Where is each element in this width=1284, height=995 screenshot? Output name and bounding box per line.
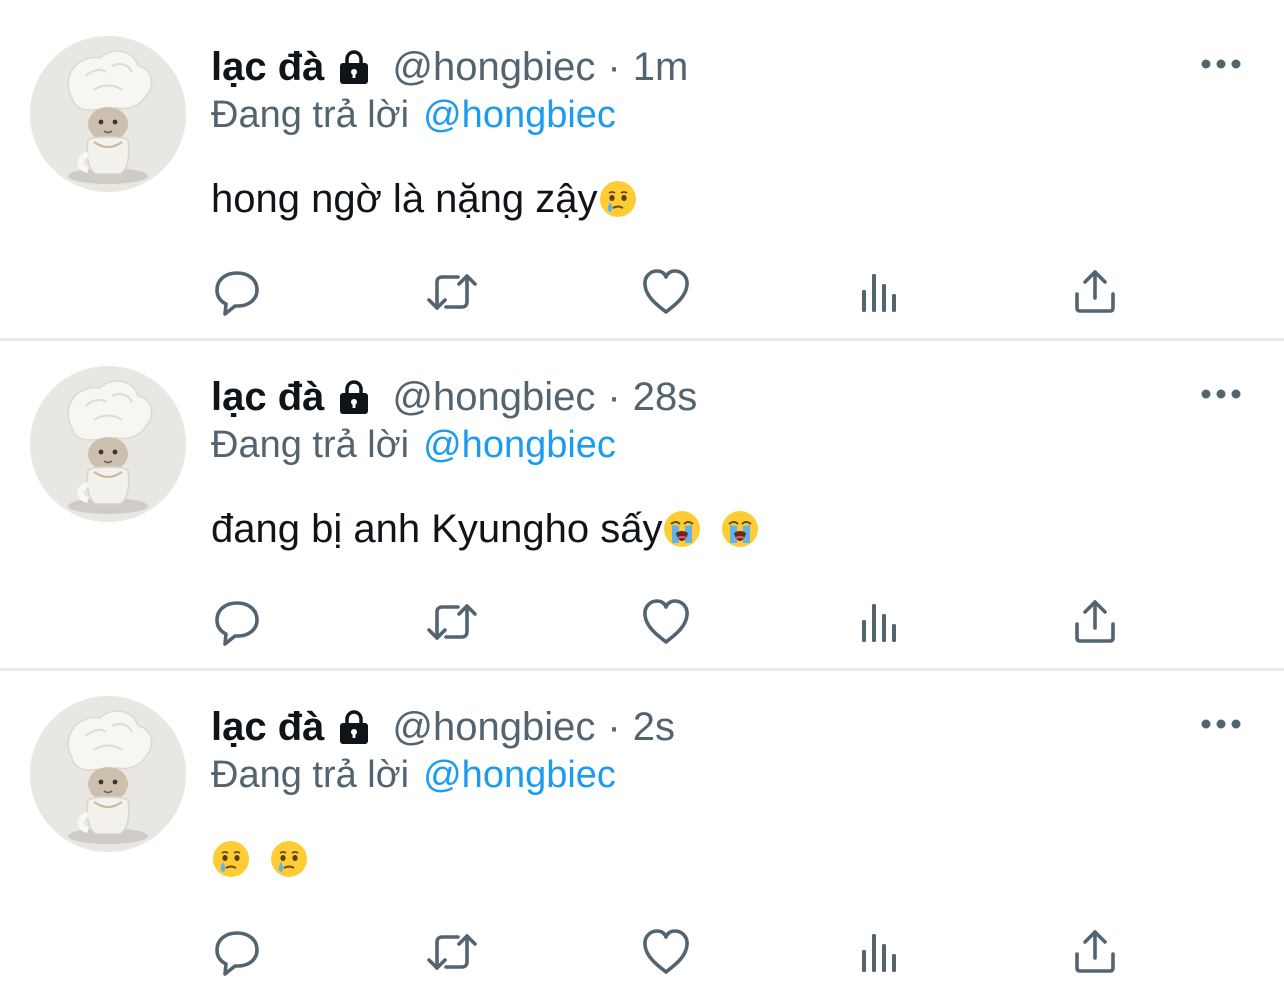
- analytics-icon[interactable]: [850, 262, 910, 322]
- reply-prefix: Đang trả lời: [211, 423, 410, 466]
- retweet-icon[interactable]: [422, 592, 482, 652]
- more-icon[interactable]: [1196, 52, 1246, 76]
- handle[interactable]: @hongbiec: [392, 45, 595, 90]
- share-icon[interactable]: [1065, 262, 1125, 322]
- display-name[interactable]: lạc đà: [211, 705, 324, 750]
- tweet[interactable]: lạc đà @hongbiec · 2s Đang trả lời @hong…: [0, 660, 1284, 990]
- timestamp[interactable]: 1m: [633, 45, 689, 90]
- tweet-text-body: đang bị anh Kyungho sấy: [211, 506, 663, 551]
- handle[interactable]: @hongbiec: [392, 375, 595, 420]
- face-holding-back-tears-emoji: [269, 839, 309, 879]
- like-icon[interactable]: [636, 262, 696, 322]
- like-icon[interactable]: [636, 922, 696, 982]
- mention-link[interactable]: @hongbiec: [423, 424, 616, 467]
- like-icon[interactable]: [636, 592, 696, 652]
- timestamp[interactable]: 28s: [633, 375, 698, 420]
- mention-link[interactable]: @hongbiec: [423, 754, 616, 797]
- face-holding-back-tears-emoji: [211, 839, 251, 879]
- reply-context: Đang trả lời @hongbiec: [211, 750, 616, 800]
- avatar[interactable]: [30, 696, 186, 852]
- loudly-crying-face-emoji: [720, 509, 760, 549]
- more-icon[interactable]: [1196, 382, 1246, 406]
- retweet-icon[interactable]: [422, 922, 482, 982]
- analytics-icon[interactable]: [850, 592, 910, 652]
- more-icon[interactable]: [1196, 712, 1246, 736]
- display-name[interactable]: lạc đà: [211, 375, 324, 420]
- tweet-header: lạc đà @hongbiec · 2s: [211, 702, 675, 752]
- reply-prefix: Đang trả lời: [211, 93, 410, 136]
- reply-context: Đang trả lời @hongbiec: [211, 420, 616, 470]
- reply-icon[interactable]: [207, 262, 267, 322]
- mention-link[interactable]: @hongbiec: [423, 94, 616, 137]
- loudly-crying-face-emoji: [662, 509, 702, 549]
- separator: ·: [607, 374, 621, 419]
- tweet[interactable]: lạc đà @hongbiec · 28s Đang trả lời @hon…: [0, 330, 1284, 660]
- tweet-text: hong ngờ là nặng zậy: [211, 174, 638, 224]
- share-icon[interactable]: [1065, 592, 1125, 652]
- action-bar: [0, 922, 1284, 982]
- timestamp[interactable]: 2s: [633, 705, 675, 750]
- action-bar: [0, 592, 1284, 652]
- reply-icon[interactable]: [207, 592, 267, 652]
- reply-prefix: Đang trả lời: [211, 753, 410, 796]
- tweet-header: lạc đà @hongbiec · 1m: [211, 42, 688, 92]
- tweet-text: [211, 834, 309, 884]
- display-name[interactable]: lạc đà: [211, 45, 324, 90]
- retweet-icon[interactable]: [422, 262, 482, 322]
- analytics-icon[interactable]: [850, 922, 910, 982]
- avatar[interactable]: [30, 36, 186, 192]
- action-bar: [0, 262, 1284, 322]
- lock-icon: [334, 47, 374, 87]
- separator: ·: [607, 704, 621, 749]
- share-icon[interactable]: [1065, 922, 1125, 982]
- avatar[interactable]: [30, 366, 186, 522]
- lock-icon: [334, 707, 374, 747]
- tweet[interactable]: lạc đà @hongbiec · 1m Đang trả lời @hong…: [0, 0, 1284, 330]
- separator: ·: [607, 44, 621, 89]
- tweet-text-body: hong ngờ là nặng zậy: [211, 176, 598, 221]
- tweet-header: lạc đà @hongbiec · 28s: [211, 372, 697, 422]
- handle[interactable]: @hongbiec: [392, 705, 595, 750]
- face-holding-back-tears-emoji: [598, 179, 638, 219]
- lock-icon: [334, 377, 374, 417]
- tweet-text: đang bị anh Kyungho sấy: [211, 504, 760, 554]
- reply-icon[interactable]: [207, 922, 267, 982]
- reply-context: Đang trả lời @hongbiec: [211, 90, 616, 140]
